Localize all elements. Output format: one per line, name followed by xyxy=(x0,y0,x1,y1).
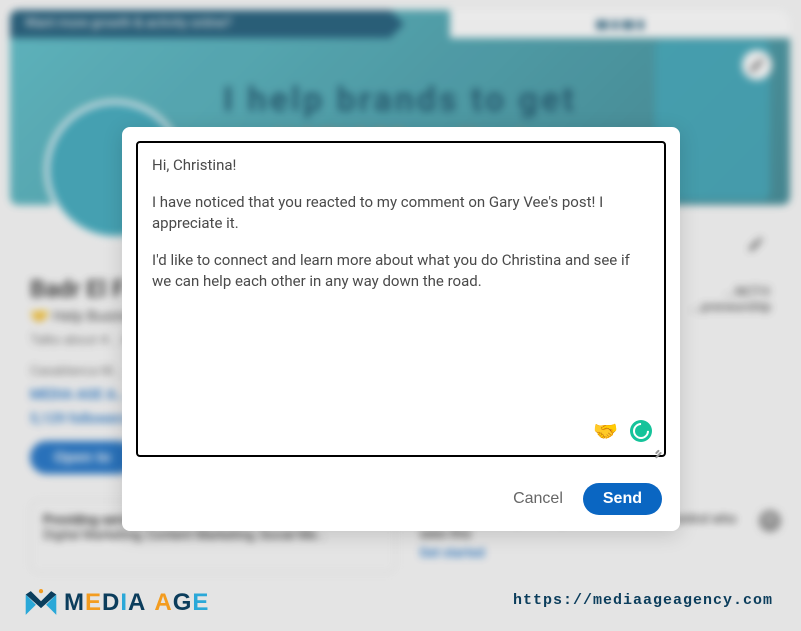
footer-brand: MEDIAAGE xyxy=(24,589,209,617)
handshake-icon: 🤝 xyxy=(593,417,618,445)
grammarly-icon[interactable] xyxy=(630,420,652,442)
message-p2: I'd like to connect and learn more about… xyxy=(152,250,650,292)
resize-handle-icon[interactable] xyxy=(652,443,662,453)
invite-modal: Hi, Christina! I have noticed that you r… xyxy=(122,127,680,531)
footer-url[interactable]: https://mediaageagency.com xyxy=(513,592,773,609)
brand-text: MEDIAAGE xyxy=(64,589,209,617)
textarea-icons: 🤝 xyxy=(593,417,652,445)
message-greeting: Hi, Christina! xyxy=(152,155,650,176)
message-content: Hi, Christina! I have noticed that you r… xyxy=(152,155,650,292)
send-button[interactable]: Send xyxy=(583,483,662,515)
brand-logo-icon xyxy=(24,589,58,617)
cancel-button[interactable]: Cancel xyxy=(513,490,563,508)
message-textarea[interactable]: Hi, Christina! I have noticed that you r… xyxy=(136,141,666,457)
modal-footer: Cancel Send xyxy=(122,471,680,531)
textarea-wrap: Hi, Christina! I have noticed that you r… xyxy=(122,127,680,471)
message-p1: I have noticed that you reacted to my co… xyxy=(152,192,650,234)
